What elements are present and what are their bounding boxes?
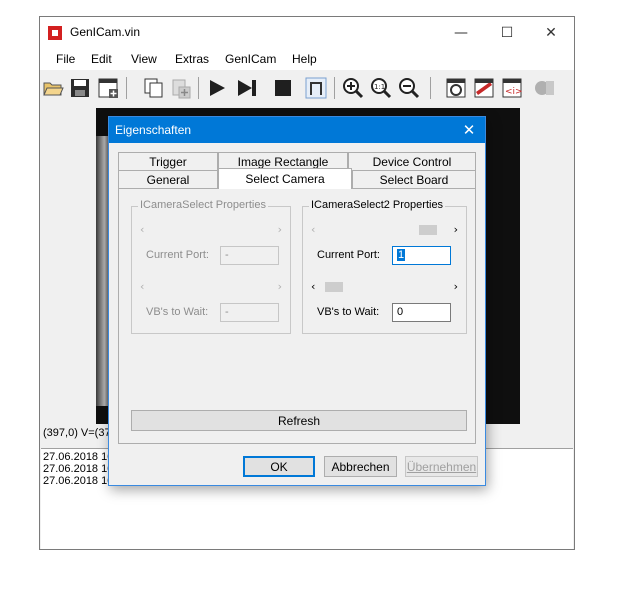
zoom-reset-icon[interactable]: 1:1 bbox=[369, 76, 393, 100]
menu-bar: File Edit View Extras GenICam Help bbox=[40, 48, 574, 70]
side-panel bbox=[520, 108, 573, 424]
menu-genicam[interactable]: GenICam bbox=[225, 52, 276, 66]
copy-icon[interactable] bbox=[142, 76, 166, 100]
log-line: 27.06.2018 10 bbox=[43, 463, 114, 475]
refresh-button[interactable]: Refresh bbox=[131, 410, 467, 431]
menu-view[interactable]: View bbox=[131, 52, 157, 66]
close-button[interactable]: ✕ bbox=[528, 17, 574, 48]
svg-text:1:1: 1:1 bbox=[374, 83, 385, 91]
apply-button: Übernehmen bbox=[405, 456, 478, 477]
toolbar: 1:1 <i> bbox=[40, 70, 574, 104]
scroll-left-icon[interactable]: ‹ bbox=[311, 280, 315, 293]
new-window-icon[interactable] bbox=[96, 76, 120, 100]
zoom-out-icon[interactable] bbox=[397, 76, 421, 100]
icameraselect-group: ICameraSelect Properties ‹ › Current Por… bbox=[131, 199, 291, 334]
menu-help[interactable]: Help bbox=[292, 52, 317, 66]
apply-label: Übernehmen bbox=[406, 459, 477, 474]
vbs-scrollbar[interactable]: ‹ › bbox=[311, 280, 458, 294]
save-icon[interactable] bbox=[68, 76, 92, 100]
stop-icon[interactable] bbox=[271, 76, 295, 100]
menu-extras[interactable]: Extras bbox=[175, 52, 209, 66]
port-scrollbar[interactable]: ‹ › bbox=[311, 223, 458, 237]
maximize-button[interactable]: ☐ bbox=[484, 17, 530, 48]
cancel-button[interactable]: Abbrechen bbox=[324, 456, 397, 477]
vbs-to-wait-label: VB's to Wait: bbox=[146, 306, 209, 318]
step-forward-icon[interactable] bbox=[235, 76, 259, 100]
settings-icon[interactable] bbox=[472, 76, 496, 100]
icameraselect2-group: ICameraSelect2 Properties ‹ › Current Po… bbox=[302, 199, 467, 334]
log-line: 27.06.2018 10 bbox=[43, 475, 114, 487]
menu-edit[interactable]: Edit bbox=[91, 52, 112, 66]
menu-file[interactable]: File bbox=[56, 52, 75, 66]
port-scrollbar: ‹ › bbox=[140, 223, 282, 237]
current-port-field: - bbox=[220, 246, 279, 265]
scroll-right-icon: › bbox=[277, 223, 282, 236]
current-port-label: Current Port: bbox=[146, 249, 209, 261]
play-icon[interactable] bbox=[205, 76, 229, 100]
xml-icon[interactable]: <i> bbox=[500, 76, 524, 100]
capture-frame-icon[interactable] bbox=[304, 76, 328, 100]
properties-dialog: Eigenschaften ✕ Trigger Image Rectangle … bbox=[108, 116, 486, 486]
title-bar[interactable]: GenICam.vin — ☐ ✕ bbox=[40, 17, 574, 48]
current-port-input[interactable]: 1 bbox=[392, 246, 451, 265]
scroll-right-icon: › bbox=[277, 280, 282, 293]
scroll-left-icon[interactable]: ‹ bbox=[311, 223, 315, 236]
app-logo-icon bbox=[48, 26, 62, 40]
scroll-left-icon: ‹ bbox=[140, 223, 145, 236]
log-line: 27.06.2018 10 bbox=[43, 451, 114, 463]
vbs-scrollbar: ‹ › bbox=[140, 280, 282, 294]
tab-panel: ICameraSelect Properties ‹ › Current Por… bbox=[118, 188, 476, 444]
scroll-right-icon[interactable]: › bbox=[454, 223, 458, 236]
tab-trigger[interactable]: Trigger bbox=[118, 152, 218, 170]
window-title: GenICam.vin bbox=[70, 25, 141, 39]
camera-icon[interactable] bbox=[444, 76, 468, 100]
current-port-label: Current Port: bbox=[317, 249, 380, 261]
group-title: ICameraSelect Properties bbox=[138, 199, 268, 211]
minimize-button[interactable]: — bbox=[438, 17, 484, 48]
vbs-to-wait-input[interactable]: 0 bbox=[392, 303, 451, 322]
svg-text:<i>: <i> bbox=[505, 87, 523, 97]
zoom-in-icon[interactable] bbox=[341, 76, 365, 100]
vbs-to-wait-field: - bbox=[220, 303, 279, 322]
scroll-thumb[interactable] bbox=[325, 282, 343, 292]
current-port-value: 1 bbox=[397, 249, 406, 261]
scroll-left-icon: ‹ bbox=[140, 280, 145, 293]
tab-select-board[interactable]: Select Board bbox=[352, 170, 476, 188]
ok-button[interactable]: OK bbox=[243, 456, 315, 477]
dialog-close-icon[interactable]: ✕ bbox=[459, 120, 479, 140]
plugins-icon[interactable] bbox=[533, 76, 557, 100]
scroll-thumb[interactable] bbox=[419, 225, 437, 235]
tab-device-control[interactable]: Device Control bbox=[348, 152, 476, 170]
tab-select-camera[interactable]: Select Camera bbox=[218, 168, 352, 189]
paste-icon[interactable] bbox=[169, 76, 193, 100]
vbs-to-wait-label: VB's to Wait: bbox=[317, 306, 380, 318]
pixel-status: (397,0) V=(37 bbox=[43, 427, 111, 439]
dialog-title-bar[interactable]: Eigenschaften ✕ bbox=[109, 117, 485, 143]
open-folder-icon[interactable] bbox=[41, 76, 65, 100]
dialog-title: Eigenschaften bbox=[115, 123, 192, 137]
tab-general[interactable]: General bbox=[118, 170, 218, 188]
group-title: ICameraSelect2 Properties bbox=[309, 199, 446, 211]
scroll-right-icon[interactable]: › bbox=[454, 280, 458, 293]
